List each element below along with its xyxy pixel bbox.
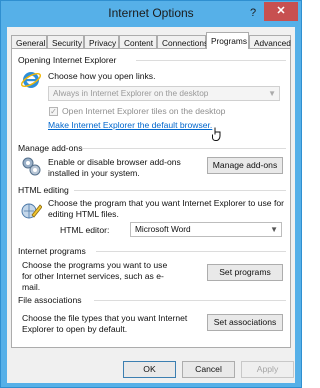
close-button[interactable]: ✕	[264, 2, 298, 21]
chevron-down-icon: ▼	[268, 89, 276, 98]
internet-options-window: Internet Options ? ✕ General Security Pr…	[0, 0, 302, 388]
internet-explorer-icon	[20, 72, 42, 88]
tab-programs[interactable]: Programs	[206, 32, 249, 49]
tab-general[interactable]: General	[11, 35, 47, 49]
html-editor-label: HTML editor:	[60, 225, 110, 235]
open-links-prompt: Choose how you open links.	[48, 71, 156, 81]
html-editor-select-value: Microsoft Word	[135, 224, 191, 234]
opening-separator	[136, 60, 286, 61]
set-programs-button[interactable]: Set programs	[207, 264, 283, 281]
file-associations-group-label: File associations	[18, 295, 82, 305]
html-editor-icon	[21, 203, 42, 219]
manage-addons-button[interactable]: Manage add-ons	[207, 157, 283, 174]
gears-icon	[22, 157, 41, 176]
internet-programs-separator	[96, 251, 286, 252]
hand-cursor-icon	[212, 127, 221, 141]
tab-security[interactable]: Security	[47, 35, 84, 49]
html-editor-select[interactable]: Microsoft Word ▼	[130, 222, 282, 237]
open-tiles-checkbox[interactable]: ✓	[49, 107, 58, 116]
ok-button[interactable]: OK	[123, 361, 176, 378]
addons-separator	[82, 148, 286, 149]
html-editing-group-label: HTML editing	[18, 185, 69, 195]
open-tiles-label: Open Internet Explorer tiles on the desk…	[62, 106, 226, 116]
chevron-down-icon: ▼	[270, 225, 278, 234]
help-button[interactable]: ?	[244, 5, 262, 21]
internet-programs-description: Choose the programs you want to use for …	[22, 260, 168, 292]
tab-connections[interactable]: Connections	[157, 35, 208, 49]
html-editing-description: Choose the program that you want Interne…	[48, 198, 284, 219]
set-associations-button[interactable]: Set associations	[207, 314, 283, 331]
open-links-select[interactable]: Always in Internet Explorer on the deskt…	[48, 86, 280, 101]
file-associations-description: Choose the file types that you want Inte…	[22, 313, 188, 334]
make-default-browser-link[interactable]: Make Internet Explorer the default brows…	[48, 120, 212, 130]
file-associations-separator	[94, 300, 286, 301]
addons-description: Enable or disable browser add-ons instal…	[48, 157, 181, 178]
tab-content[interactable]: Content	[119, 35, 157, 49]
addons-group-label: Manage add-ons	[18, 143, 83, 153]
html-editing-separator	[74, 190, 286, 191]
opening-group-label: Opening Internet Explorer	[18, 55, 117, 65]
title-bar: Internet Options ? ✕	[1, 1, 301, 27]
apply-button[interactable]: Apply	[241, 361, 294, 378]
tab-privacy[interactable]: Privacy	[84, 35, 119, 49]
programs-panel: Opening Internet Explorer Choose how you…	[11, 48, 291, 348]
open-links-select-value: Always in Internet Explorer on the deskt…	[53, 88, 209, 98]
dialog-client-area: General Security Privacy Content Connect…	[7, 27, 295, 383]
internet-programs-group-label: Internet programs	[18, 246, 86, 256]
tab-advanced[interactable]: Advanced	[249, 35, 291, 49]
cancel-button[interactable]: Cancel	[182, 361, 235, 378]
